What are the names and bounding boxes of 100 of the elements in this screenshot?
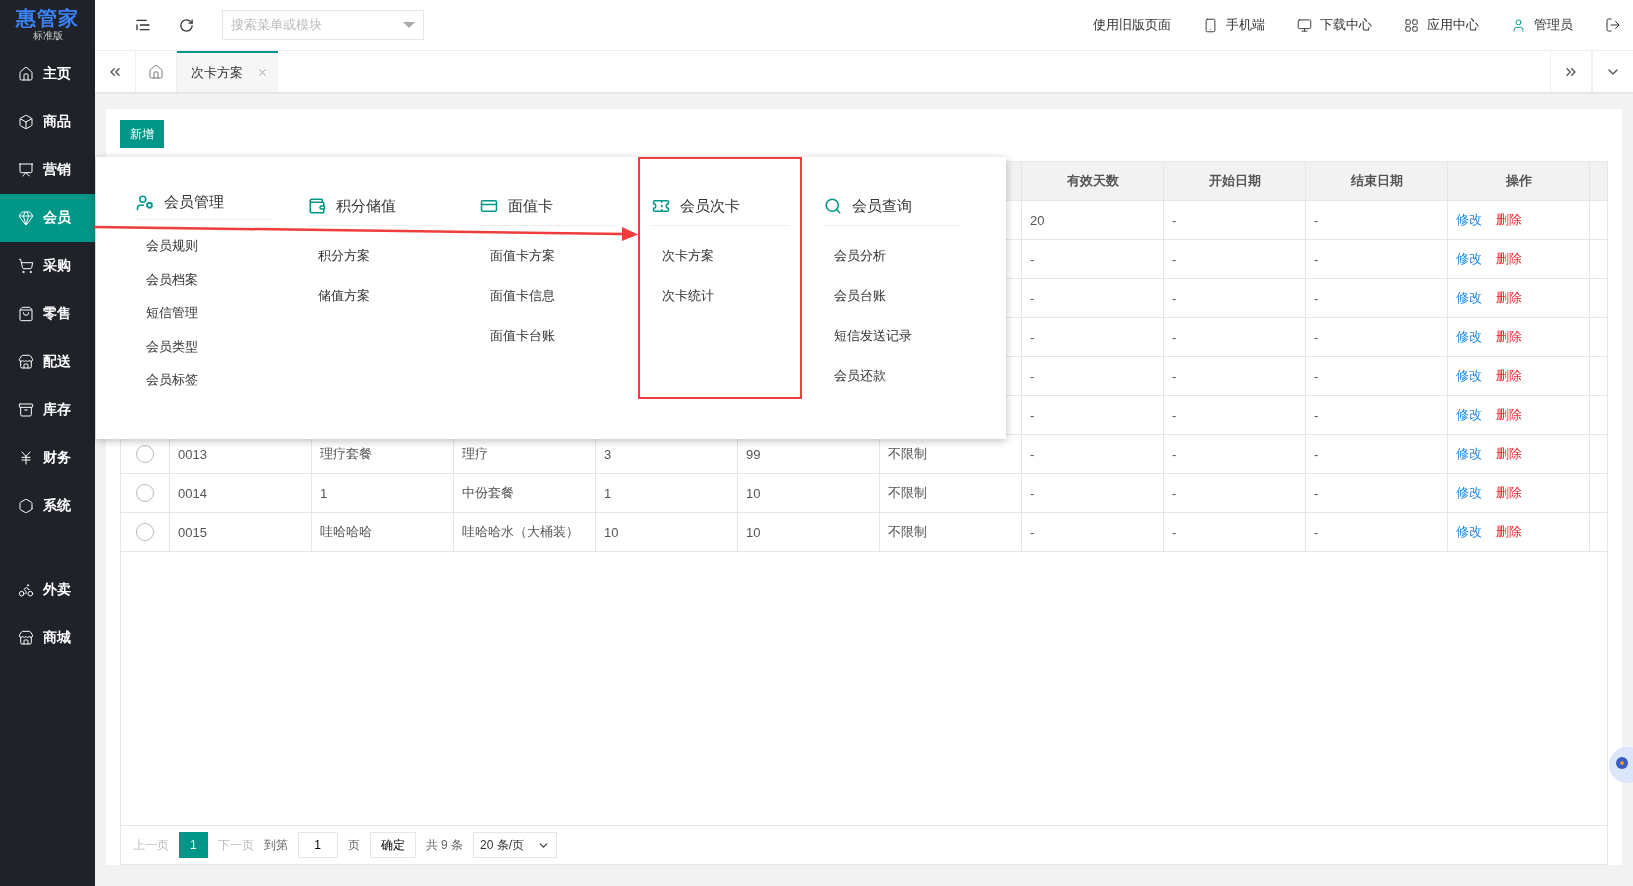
header-link[interactable]: 应用中心 (1427, 16, 1479, 34)
table-cell: 1 (312, 474, 454, 512)
menu-item[interactable]: 面值卡台账 (480, 316, 616, 356)
table-cell: 1 (596, 474, 738, 512)
page-tab[interactable]: 次卡方案 (177, 51, 278, 92)
table-cell: - (1164, 396, 1306, 434)
sidebar-item[interactable]: 商品 (0, 98, 95, 146)
sidebar-item[interactable]: 财务 (0, 434, 95, 482)
sidebar-item[interactable]: 会员 (0, 194, 95, 242)
edit-link[interactable]: 修改 (1456, 328, 1482, 346)
table-cell: - (1306, 357, 1448, 395)
page-input[interactable]: 1 (297, 832, 338, 858)
logo-edition: 标准版 (32, 29, 63, 43)
gem-icon (18, 210, 34, 226)
sidebar-item[interactable]: 系统 (0, 482, 95, 530)
menu-group-title: 会员管理 (164, 193, 224, 213)
table-cell: 不限制 (880, 513, 1022, 551)
refresh-icon[interactable] (179, 17, 194, 33)
hexagon-icon (18, 498, 34, 514)
menu-item[interactable]: 会员还款 (824, 356, 960, 396)
page-size-select[interactable]: 20 条/页 (473, 832, 558, 858)
column-header: 结束日期 (1306, 162, 1448, 200)
phone-icon (1203, 17, 1218, 33)
table-cell: 20 (1022, 201, 1164, 239)
menu-item[interactable]: 次卡统计 (652, 276, 788, 316)
menu-item[interactable]: 储值方案 (308, 276, 444, 316)
table-cell: 哇哈哈哈 (312, 513, 454, 551)
menu-item[interactable]: 积分方案 (308, 236, 444, 276)
monitor-icon (1297, 17, 1312, 33)
scroll-right-icon[interactable] (1550, 51, 1592, 92)
table-cell: - (1164, 357, 1306, 395)
logout-icon[interactable] (1605, 17, 1621, 33)
delete-link[interactable]: 删除 (1496, 445, 1522, 463)
menu-item[interactable]: 短信发送记录 (824, 316, 960, 356)
table-cell: - (1022, 513, 1164, 551)
sidebar-item[interactable]: 配送 (0, 338, 95, 386)
home-icon (18, 66, 34, 82)
menu-item[interactable]: 会员标签 (136, 363, 272, 398)
sidebar-item[interactable]: 采购 (0, 242, 95, 290)
delete-link[interactable]: 删除 (1496, 328, 1522, 346)
table-cell: - (1164, 435, 1306, 473)
delete-link[interactable]: 删除 (1496, 250, 1522, 268)
menu-item[interactable]: 次卡方案 (652, 236, 788, 276)
table-cell: - (1306, 318, 1448, 356)
delete-link[interactable]: 删除 (1496, 211, 1522, 229)
table-cell: 哇哈哈水（大桶装） (454, 513, 596, 551)
sidebar-item[interactable]: 外卖 (0, 566, 95, 614)
sidebar-item[interactable]: 主页 (0, 50, 95, 98)
sidebar-item[interactable]: 零售 (0, 290, 95, 338)
table-cell: - (1164, 201, 1306, 239)
delete-link[interactable]: 删除 (1496, 289, 1522, 307)
edit-link[interactable]: 修改 (1456, 211, 1482, 229)
table-cell: 10 (738, 513, 880, 551)
add-button[interactable]: 新增 (120, 120, 164, 148)
row-radio[interactable] (136, 445, 154, 463)
table-cell: - (1164, 513, 1306, 551)
edit-link[interactable]: 修改 (1456, 367, 1482, 385)
table-cell: 0014 (170, 474, 312, 512)
bike-icon (18, 582, 34, 598)
sidebar-item[interactable]: 库存 (0, 386, 95, 434)
menu-item[interactable]: 短信管理 (136, 296, 272, 331)
delete-link[interactable]: 删除 (1496, 484, 1522, 502)
menu-item[interactable]: 面值卡信息 (480, 276, 616, 316)
table-cell: - (1306, 396, 1448, 434)
row-radio[interactable] (136, 523, 154, 541)
header-link[interactable]: 手机端 (1226, 16, 1265, 34)
header-link[interactable]: 下载中心 (1320, 16, 1372, 34)
header-link[interactable]: 使用旧版页面 (1093, 16, 1171, 34)
edit-link[interactable]: 修改 (1456, 523, 1482, 541)
delete-link[interactable]: 删除 (1496, 367, 1522, 385)
menu-item[interactable]: 会员分析 (824, 236, 960, 276)
search-icon (824, 197, 842, 215)
user-gear-icon (136, 193, 154, 212)
menu-item[interactable]: 会员档案 (136, 263, 272, 297)
row-radio[interactable] (136, 484, 154, 502)
table-cell: - (1022, 357, 1164, 395)
page-number[interactable]: 1 (179, 832, 208, 858)
cart-icon (18, 258, 34, 274)
edit-link[interactable]: 修改 (1456, 445, 1482, 463)
delete-link[interactable]: 删除 (1496, 523, 1522, 541)
sidebar-item[interactable]: 营销 (0, 146, 95, 194)
delete-link[interactable]: 删除 (1496, 406, 1522, 424)
close-icon[interactable] (257, 67, 268, 78)
logo-name: 惠管家 (16, 7, 79, 29)
menu-item[interactable]: 面值卡方案 (480, 236, 616, 276)
edit-link[interactable]: 修改 (1456, 250, 1482, 268)
edit-link[interactable]: 修改 (1456, 406, 1482, 424)
menu-group-title: 积分储值 (336, 196, 396, 216)
sidebar-item[interactable]: 商城 (0, 614, 95, 662)
table-cell: 不限制 (880, 474, 1022, 512)
menu-item[interactable]: 会员类型 (136, 330, 272, 364)
edit-link[interactable]: 修改 (1456, 289, 1482, 307)
confirm-button[interactable]: 确定 (369, 832, 416, 858)
header-link[interactable]: 管理员 (1534, 16, 1573, 34)
edit-link[interactable]: 修改 (1456, 484, 1482, 502)
menu-item[interactable]: 会员规则 (136, 229, 272, 264)
table-cell: - (1164, 474, 1306, 512)
menu-item[interactable]: 会员台账 (824, 276, 960, 316)
table-cell: - (1306, 474, 1448, 512)
menu-icon[interactable] (135, 17, 151, 33)
